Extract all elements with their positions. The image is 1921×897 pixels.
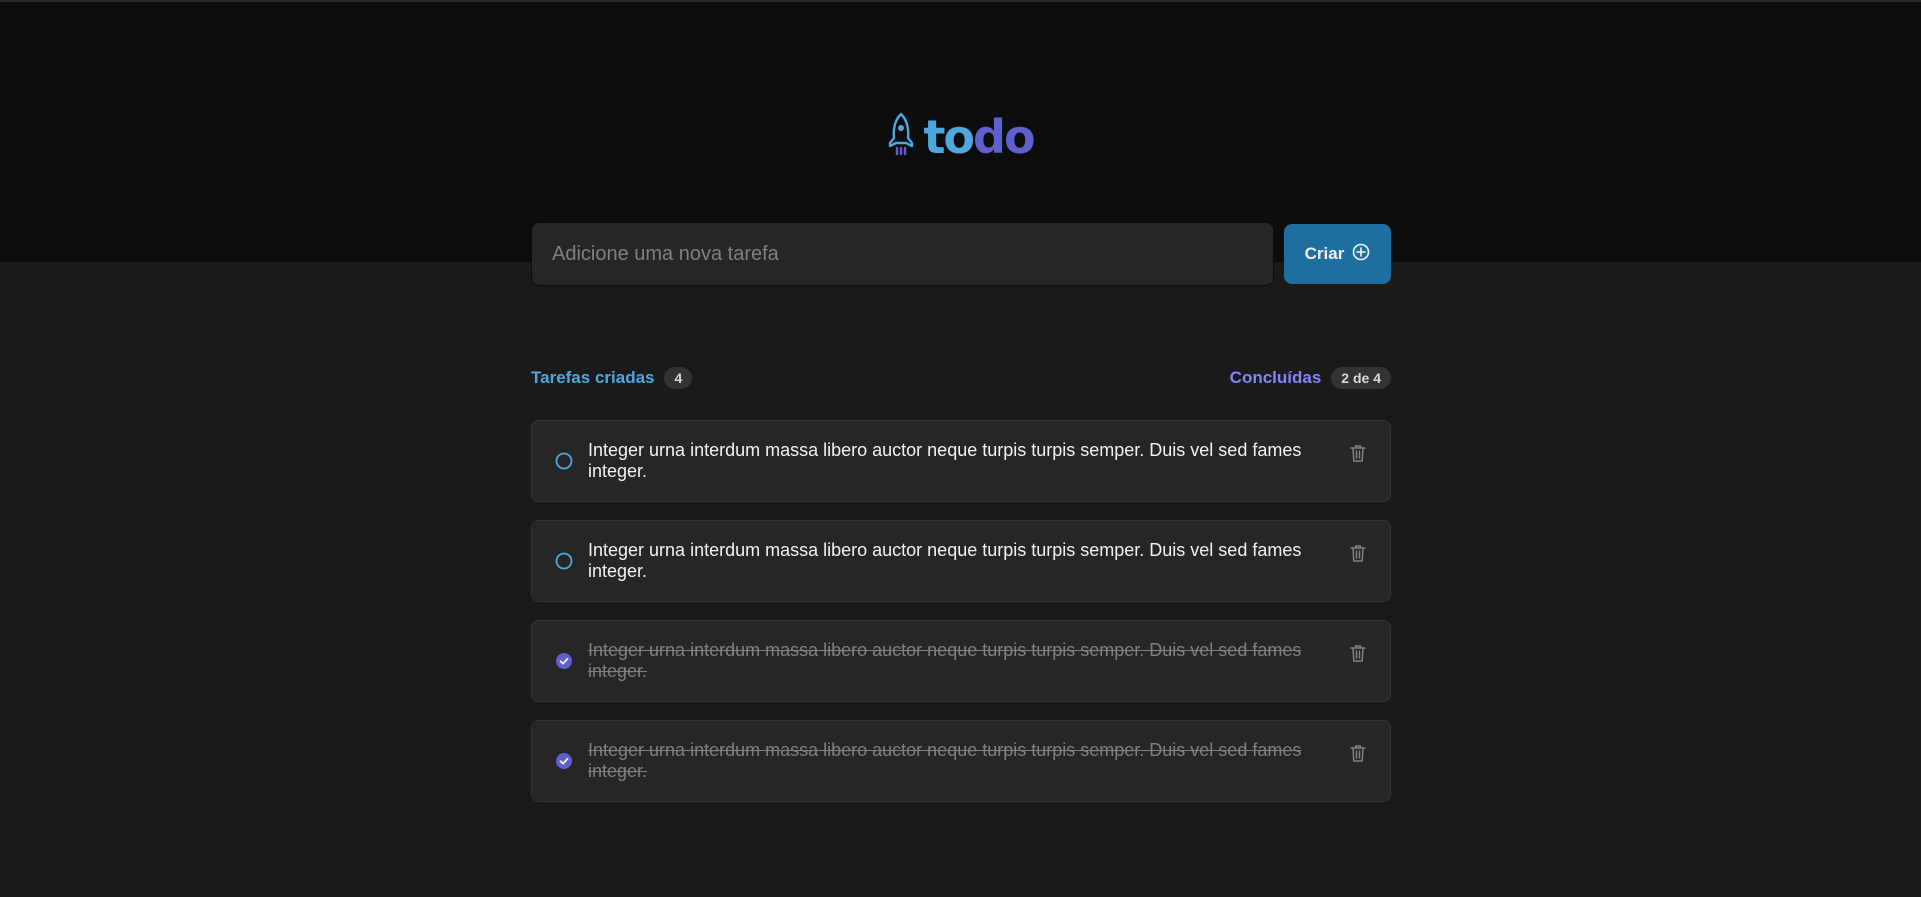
created-label: Tarefas criadas: [531, 368, 655, 387]
app-logo: todo: [0, 109, 1921, 165]
trash-icon[interactable]: [1346, 741, 1370, 765]
unchecked-circle-icon[interactable]: [552, 549, 576, 573]
unchecked-circle-icon[interactable]: [552, 449, 576, 473]
logo-text-do: do: [973, 110, 1036, 164]
created-stat: Tarefas criadas 4: [531, 367, 693, 389]
task-text: Integer urna interdum massa libero aucto…: [588, 440, 1302, 481]
task-stats: Tarefas criadas 4 Concluídas 2 de 4: [531, 365, 1391, 391]
logo-text-to: to: [923, 110, 975, 164]
trash-icon[interactable]: [1346, 641, 1370, 665]
trash-icon[interactable]: [1346, 441, 1370, 465]
done-label: Concluídas: [1229, 368, 1322, 387]
task-list: Integer urna interdum massa libero aucto…: [531, 420, 1391, 820]
checked-circle-icon[interactable]: [552, 649, 576, 673]
new-task-input[interactable]: [531, 222, 1274, 286]
plus-circle-icon: [1352, 243, 1370, 266]
task-item: Integer urna interdum massa libero aucto…: [531, 620, 1391, 702]
logo-text: todo: [923, 109, 1036, 165]
checked-circle-icon[interactable]: [552, 749, 576, 773]
create-task-form: Criar: [531, 222, 1391, 286]
task-item: Integer urna interdum massa libero aucto…: [531, 520, 1391, 602]
task-text: Integer urna interdum massa libero aucto…: [588, 540, 1302, 581]
trash-icon[interactable]: [1346, 541, 1370, 565]
rocket-icon: [887, 112, 915, 163]
done-stat: Concluídas 2 de 4: [1230, 367, 1391, 389]
done-counter: 2 de 4: [1331, 367, 1391, 389]
created-counter: 4: [664, 367, 693, 389]
task-text: Integer urna interdum massa libero aucto…: [588, 740, 1302, 781]
task-text: Integer urna interdum massa libero aucto…: [588, 640, 1302, 681]
task-item: Integer urna interdum massa libero aucto…: [531, 420, 1391, 502]
create-button[interactable]: Criar: [1284, 224, 1391, 284]
task-item: Integer urna interdum massa libero aucto…: [531, 720, 1391, 802]
create-button-label: Criar: [1304, 244, 1345, 263]
